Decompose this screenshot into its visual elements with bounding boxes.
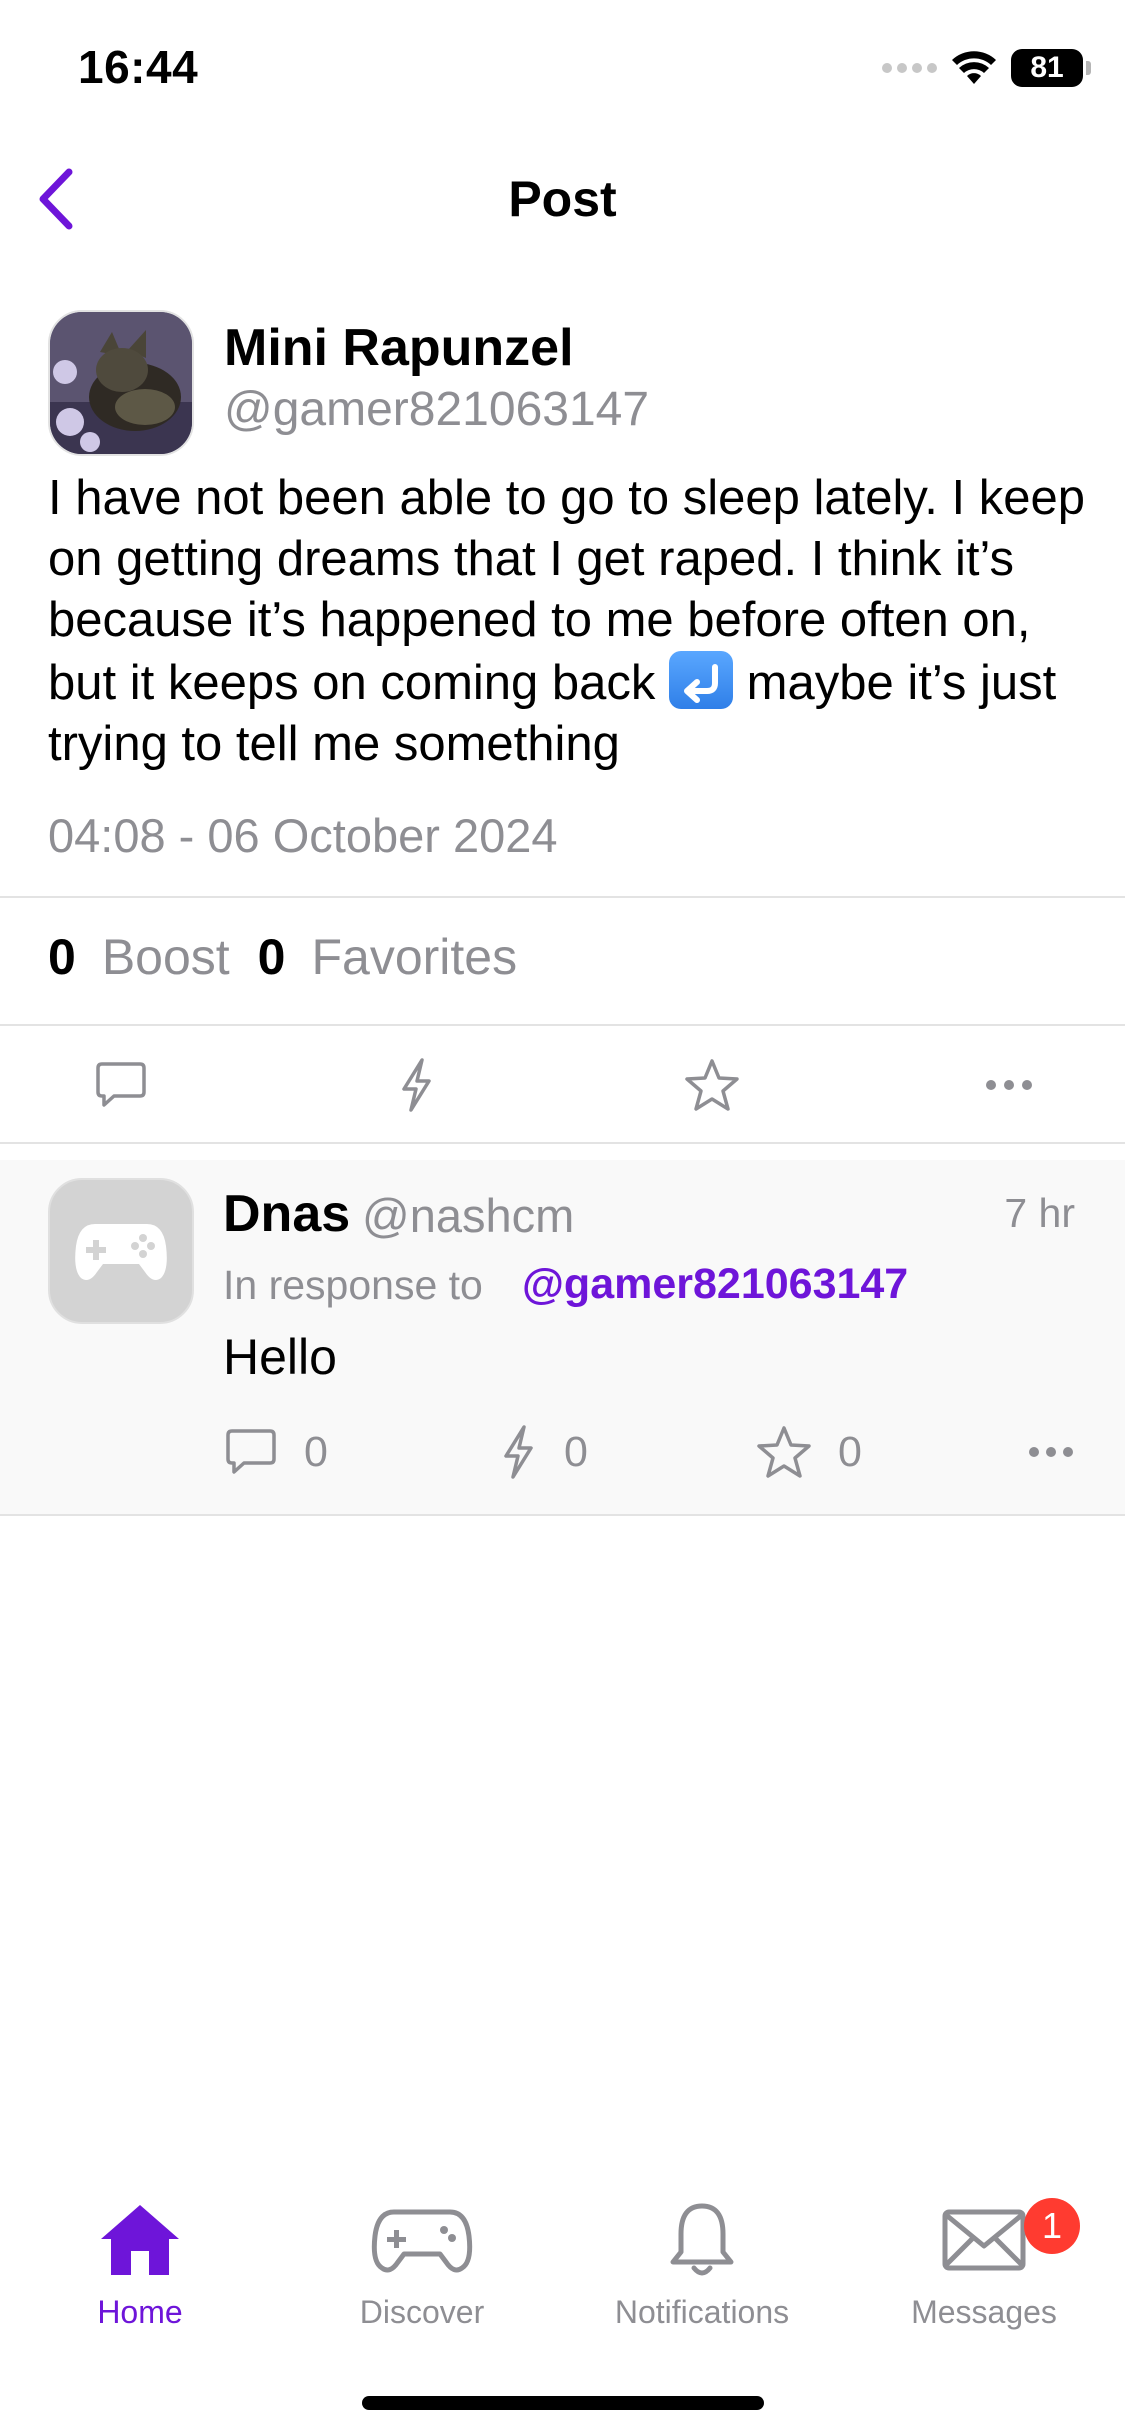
comment-icon <box>96 1062 146 1107</box>
more-icon <box>986 1080 1032 1090</box>
avatar[interactable] <box>48 310 194 456</box>
tab-home[interactable]: Home <box>30 2190 250 2340</box>
tab-label: Home <box>97 2294 183 2330</box>
tab-notifications[interactable]: Notifications <box>592 2190 812 2340</box>
more-icon <box>1029 1447 1073 1457</box>
reply-author-handle[interactable]: @nashcm <box>362 1188 574 1243</box>
lightning-icon <box>504 1425 533 1479</box>
comment-count: 0 <box>304 1427 328 1476</box>
divider <box>0 896 1125 898</box>
return-arrow-emoji-icon <box>669 651 734 709</box>
gamepad-icon <box>75 1224 167 1280</box>
envelope-icon <box>942 2209 1026 2271</box>
post-body: I have not been able to go to sleep late… <box>48 468 1088 775</box>
battery-indicator: 81 <box>1011 49 1091 87</box>
tab-label: Discover <box>359 2294 485 2330</box>
reply-comment-button[interactable]: 0 <box>224 1416 328 1488</box>
home-icon <box>101 2205 179 2275</box>
boost-count: 0 <box>48 929 76 985</box>
favorites-label[interactable]: Favorites <box>311 928 517 986</box>
divider <box>0 1024 1125 1026</box>
tab-label: Messages <box>911 2294 1057 2330</box>
star-icon <box>685 1059 739 1111</box>
reply-actions: 0 0 0 <box>0 1416 1125 1488</box>
reply-favorite-button[interactable]: 0 <box>756 1416 862 1488</box>
cellular-signal-icon <box>882 63 937 73</box>
post-author[interactable]: Mini Rapunzel @gamer821063147 <box>48 310 1078 460</box>
reply-author-name[interactable]: Dnas <box>223 1184 350 1244</box>
avatar-photo <box>50 312 192 454</box>
post-actions <box>0 1050 1125 1120</box>
home-indicator[interactable] <box>362 2396 764 2410</box>
boost-button[interactable] <box>381 1050 451 1120</box>
post-date: 04:08 - 06 October 2024 <box>48 809 558 862</box>
avatar[interactable] <box>48 1178 194 1324</box>
nav-header: Post <box>0 150 1125 250</box>
reply-button[interactable] <box>86 1050 156 1120</box>
status-indicators: 81 <box>882 46 1091 90</box>
divider <box>0 1142 1125 1144</box>
tab-discover[interactable]: Discover <box>312 2190 532 2340</box>
author-handle[interactable]: @gamer821063147 <box>224 382 649 437</box>
bell-icon <box>670 2203 734 2276</box>
post-stats: 0 Boost 0 Favorites <box>48 928 545 986</box>
reply-post[interactable]: Dnas @nashcm 7 hr In response to @gamer8… <box>0 1160 1125 1514</box>
favorites-count: 0 <box>257 929 286 985</box>
boost-count: 0 <box>564 1427 588 1476</box>
boost-label[interactable]: Boost <box>102 928 230 986</box>
reply-boost-button[interactable]: 0 <box>498 1416 588 1488</box>
lightning-icon <box>402 1058 431 1112</box>
tab-bar: Home Discover Notifications Messages 1 <box>0 2190 1125 2340</box>
favorite-button[interactable] <box>677 1050 747 1120</box>
reply-text: Hello <box>223 1329 337 1385</box>
wifi-icon <box>952 51 996 84</box>
star-icon <box>757 1426 811 1478</box>
unread-badge: 1 <box>1024 2198 1080 2254</box>
favorite-count: 0 <box>838 1427 862 1476</box>
divider <box>0 1514 1125 1516</box>
more-button[interactable] <box>974 1050 1044 1120</box>
in-response-label: In response to <box>223 1262 483 1308</box>
status-time: 16:44 <box>78 41 199 93</box>
reply-timestamp: 7 hr <box>1004 1190 1075 1236</box>
page-title: Post <box>508 171 617 227</box>
status-bar: 16:44 81 <box>0 0 1125 140</box>
author-name[interactable]: Mini Rapunzel <box>224 318 574 378</box>
reply-more-button[interactable] <box>1028 1416 1074 1488</box>
comment-icon <box>226 1429 276 1474</box>
tab-messages[interactable]: Messages 1 <box>874 2190 1094 2340</box>
gamepad-icon <box>371 2209 473 2273</box>
mention-link[interactable]: @gamer821063147 <box>522 1260 908 1309</box>
tab-label: Notifications <box>614 2294 790 2330</box>
